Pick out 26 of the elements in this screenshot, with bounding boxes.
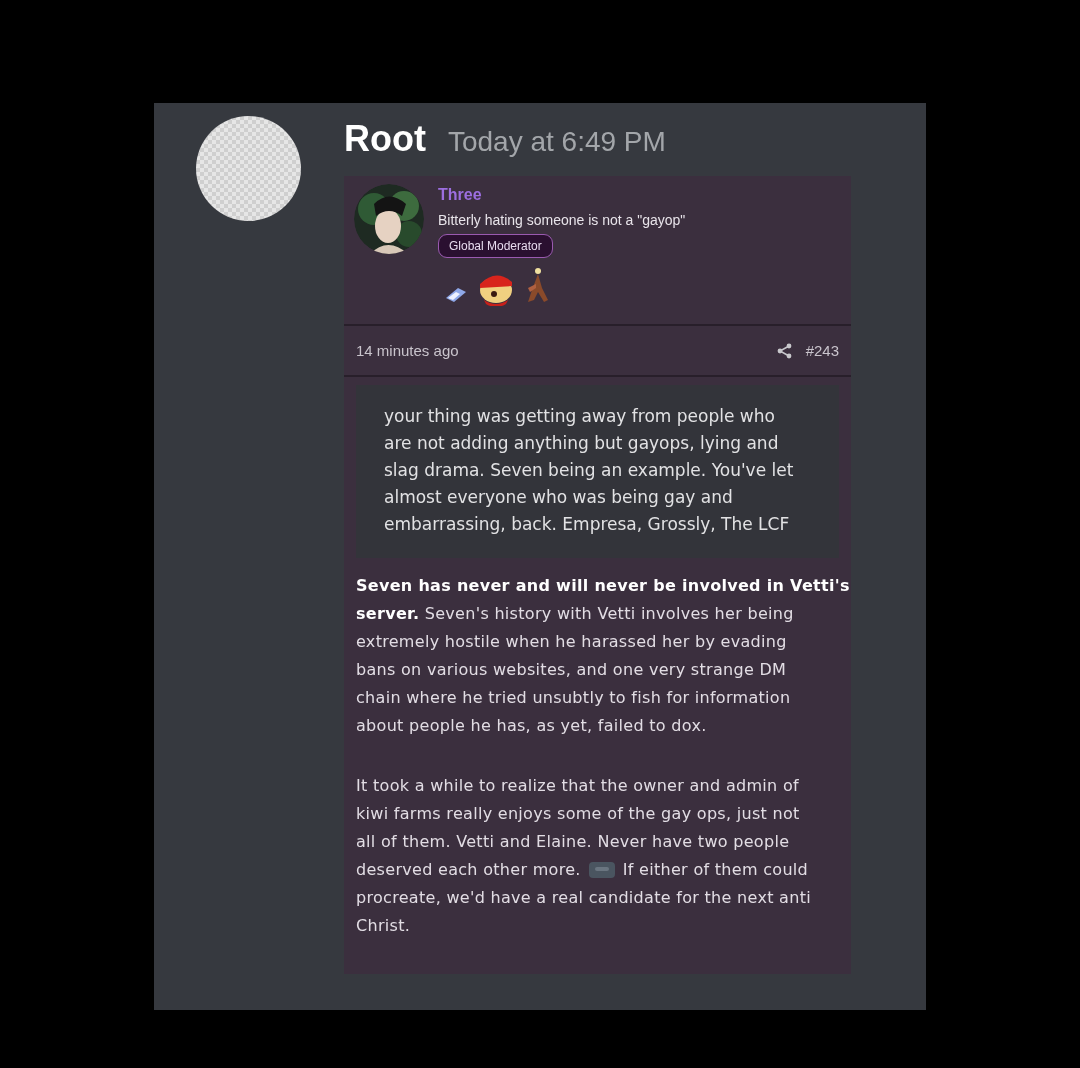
quote-text: slag drama. Seven being an example. You've let (384, 459, 795, 482)
quote-text: embarrassing, back. Empresa, Grossly, The LCF (384, 513, 791, 536)
post-text: Seven has never and will never be involved in Vetti's (356, 575, 850, 597)
post-text: procreate, we'd have a real candidate for the next anti (356, 887, 811, 909)
quote-text: almost everyone who was being gay and (384, 486, 734, 509)
role-badge: Global Moderator (438, 234, 553, 258)
share-icon (776, 342, 792, 359)
post-time: 14 minutes ago (356, 342, 459, 359)
emoji-icon (588, 862, 615, 878)
quote-text: are not adding anything but gayops, lying and (384, 432, 780, 455)
post-text: If either of them could (622, 859, 809, 881)
post-text: bans on various websites, and one very strange DM (356, 659, 787, 681)
post-number-link[interactable]: #243 (805, 342, 839, 359)
post-text: It took a while to realize that the owner and admin of (356, 775, 799, 797)
post-text: extremely hostile when he harassed her by evading (356, 631, 787, 653)
post-text: kiwi farms really enjoys some of the gay ops, just not (356, 803, 800, 825)
post-text: server. Seven's history with Vetti involves her being (356, 603, 794, 625)
quote-text: your thing was getting away from people who (384, 405, 776, 428)
post-text: Christ. (356, 915, 411, 937)
post-text: deserved each other more. (356, 859, 581, 881)
user-title: Bitterly hating someone is not a "gayop" (438, 212, 686, 228)
post-text: all of them. Vetti and Elaine. Never have two people (356, 831, 790, 853)
author-name[interactable]: Root (344, 118, 426, 160)
timestamp: Today at 6:49 PM (447, 126, 666, 158)
post-text: chain where he tried unsubtly to fish for information (356, 687, 791, 709)
post-text: about people he has, as yet, failed to dox. (356, 715, 707, 737)
